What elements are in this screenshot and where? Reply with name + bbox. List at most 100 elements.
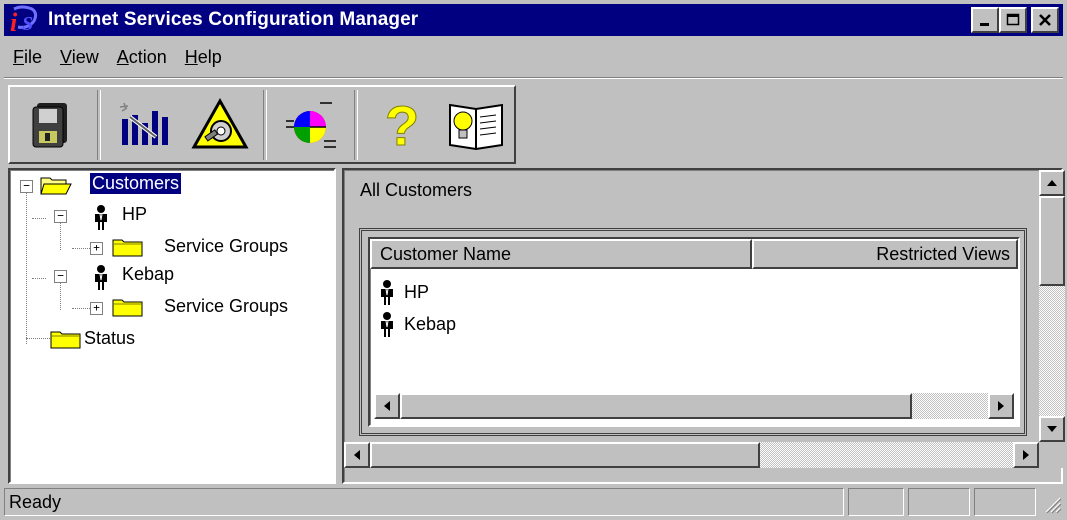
menu-file-mnemonic: F (13, 46, 24, 67)
close-icon (1039, 14, 1051, 26)
arrow-right-icon (1023, 450, 1029, 460)
expander-kebap[interactable]: − (54, 270, 67, 283)
tree-connector (32, 218, 46, 219)
status-text-panel: Ready (4, 488, 844, 516)
app-icon: i S (8, 5, 44, 37)
person-icon (95, 265, 107, 290)
status-panel (908, 488, 970, 516)
scroll-right-button[interactable] (988, 393, 1014, 419)
minimize-icon (980, 23, 989, 26)
svg-text:?: ? (385, 97, 419, 153)
help-button[interactable]: ? (364, 89, 439, 161)
tree-item-hp[interactable]: HP (122, 204, 147, 225)
column-header-label: Restricted Views (876, 243, 1010, 264)
warning-wrench-icon (190, 97, 249, 148)
customer-name: Kebap (404, 313, 457, 334)
arrow-right-icon (998, 401, 1004, 411)
menu-separator (4, 77, 1063, 79)
maximize-button[interactable] (999, 7, 1027, 33)
tree-connector (32, 278, 46, 279)
expander-customers[interactable]: − (20, 180, 33, 193)
tree-connector (26, 338, 50, 339)
menu-action[interactable]: Action (108, 47, 176, 68)
open-folder-icon (40, 177, 72, 195)
person-icon (381, 280, 393, 305)
menu-help[interactable]: Help (176, 47, 231, 68)
maximize-icon (1006, 13, 1020, 26)
menu-action-label: ction (128, 46, 167, 67)
folder-icon (50, 331, 81, 349)
menu-file[interactable]: File (4, 47, 51, 68)
menu-bar: File View Action Help (4, 40, 231, 74)
tree-connector (60, 222, 61, 250)
menu-view[interactable]: View (51, 47, 108, 68)
person-icon (95, 205, 107, 230)
menu-action-mnemonic: A (116, 46, 129, 67)
horizontal-scroll-thumb[interactable] (370, 442, 760, 468)
scroll-down-button[interactable] (1039, 416, 1065, 442)
expander-hp-service-groups[interactable]: + (90, 242, 103, 255)
vertical-scroll-thumb[interactable] (1039, 196, 1065, 286)
scrollbar-corner (1039, 442, 1065, 468)
folder-icon (112, 299, 143, 317)
svg-text:S: S (22, 13, 33, 35)
scroll-up-button[interactable] (1039, 170, 1065, 196)
svg-text:i: i (10, 8, 18, 35)
list-item[interactable]: HP (378, 277, 429, 307)
tree-connector (72, 248, 90, 249)
close-button[interactable] (1031, 7, 1059, 33)
tree-connector (72, 308, 90, 309)
statistics-button[interactable] (273, 89, 348, 161)
menu-help-mnemonic: H (184, 46, 198, 67)
column-header-customer-name[interactable]: Customer Name (370, 239, 752, 269)
menu-view-label: iew (71, 46, 99, 67)
status-text: Ready (9, 491, 62, 512)
expander-hp[interactable]: − (54, 210, 67, 223)
book-lightbulb-icon (449, 103, 504, 150)
app-window: i S Internet Services Configuration Mana… (0, 0, 1067, 520)
menu-view-mnemonic: V (60, 46, 72, 67)
customer-list-frame: Customer Name Restricted Views HP Kebap (359, 228, 1027, 436)
arrow-up-icon (1047, 180, 1057, 186)
scroll-left-button[interactable] (344, 442, 370, 468)
arrow-left-icon (354, 450, 360, 460)
tree-view[interactable]: − Customers − HP + Service Groups − Keba… (8, 168, 336, 484)
tree-connector (60, 282, 61, 310)
column-header-restricted-views[interactable]: Restricted Views (752, 239, 1018, 269)
detail-pane: All Customers Customer Name Restricted V… (342, 168, 1065, 484)
scroll-right-button[interactable] (1013, 442, 1039, 468)
folder-icon (112, 239, 143, 257)
tree-item-kebap-service-groups[interactable]: Service Groups (164, 296, 288, 317)
resize-grip-icon[interactable] (1042, 494, 1062, 514)
tree-item-kebap[interactable]: Kebap (122, 264, 174, 285)
toolbar-separator (97, 89, 101, 160)
window-title: Internet Services Configuration Manager (48, 9, 419, 30)
tree-item-customers[interactable]: Customers (88, 172, 183, 195)
customer-list[interactable]: Customer Name Restricted Views HP Kebap (368, 237, 1020, 427)
warning-settings-button[interactable] (182, 89, 257, 161)
chart-wizard-button[interactable] (107, 89, 182, 161)
toolbar: ? (8, 85, 516, 164)
menu-help-label: elp (197, 46, 222, 67)
title-bar[interactable]: i S Internet Services Configuration Mana… (4, 4, 1063, 37)
list-item[interactable]: Kebap (378, 309, 456, 339)
status-panel (848, 488, 904, 516)
chart-wizard-icon (120, 102, 169, 145)
scroll-left-button[interactable] (374, 393, 400, 419)
status-panel (974, 488, 1036, 516)
minimize-button[interactable] (971, 7, 999, 33)
tips-book-button[interactable] (439, 89, 514, 161)
save-button[interactable] (16, 89, 91, 161)
scroll-thumb[interactable] (400, 393, 912, 419)
tree-item-hp-service-groups[interactable]: Service Groups (164, 236, 288, 257)
tree-connector (26, 192, 27, 344)
pie-chart-icon (286, 101, 337, 148)
column-header-label: Customer Name (380, 243, 512, 264)
tree-item-status[interactable]: Status (84, 328, 135, 349)
toolbar-separator (263, 89, 267, 160)
person-icon (381, 312, 393, 337)
expander-kebap-service-groups[interactable]: + (90, 302, 103, 315)
help-question-icon: ? (385, 97, 420, 153)
content-heading: All Customers (360, 180, 473, 200)
detail-content: All Customers Customer Name Restricted V… (344, 170, 1039, 442)
